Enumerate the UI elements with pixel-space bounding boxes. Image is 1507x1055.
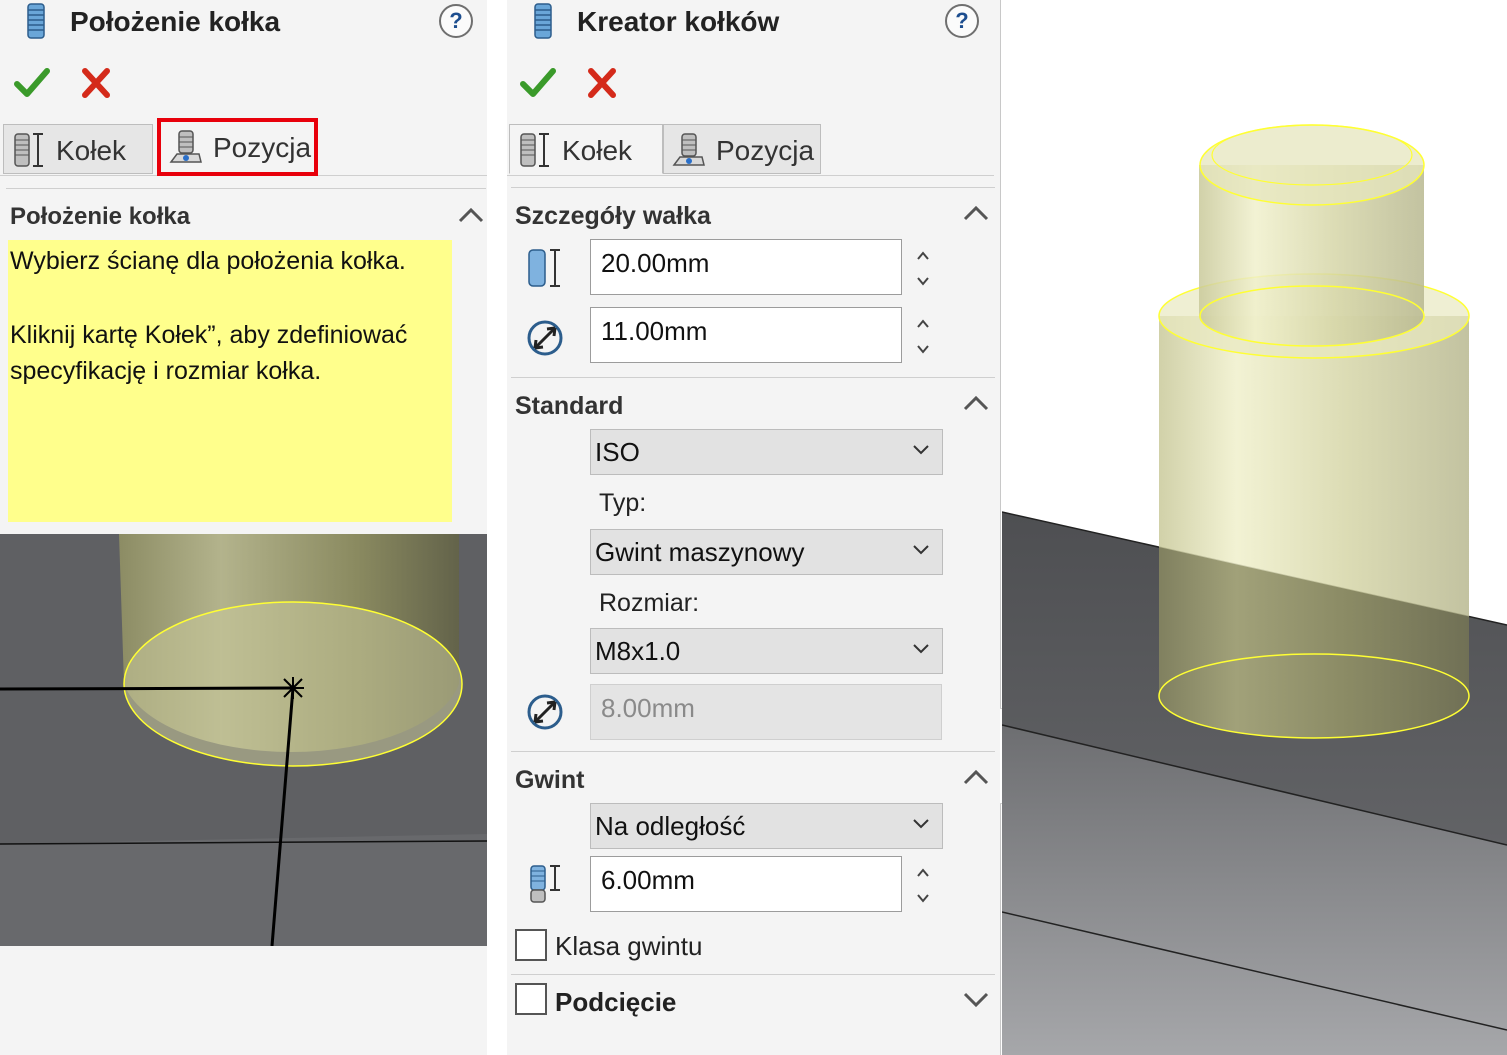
spinner-icon[interactable] [912, 310, 934, 362]
shaft-diameter-field[interactable]: 11.00mm [590, 307, 902, 363]
chevron-down-icon [913, 545, 929, 555]
section-header-standard[interactable]: Standard [515, 392, 623, 421]
help-icon[interactable]: ? [945, 4, 979, 38]
tab-bar: Kołek Pozycja [0, 118, 487, 176]
undercut-label: Podcięcie [555, 987, 677, 1017]
chevron-down-icon [913, 644, 929, 654]
part-face-lower [0, 834, 487, 946]
message-box: Wybierz ścianę dla położenia kołka. Klik… [8, 240, 452, 522]
end-condition-dropdown[interactable]: Na odległość [590, 803, 943, 849]
chevron-up-icon[interactable] [457, 206, 485, 224]
type-label: Typ: [599, 489, 647, 517]
message-text: Kliknij kartę Kołek”, aby zdefiniować [10, 321, 408, 349]
ok-check-icon[interactable] [14, 66, 50, 100]
panel-title: Kreator kołków [577, 6, 780, 37]
dropdown-value: M8x1.0 [595, 636, 681, 666]
pin-position-panel: Położenie kołka ? Kołek Pozycja Położeni… [0, 0, 487, 1055]
tab-position[interactable]: Pozycja [663, 124, 821, 174]
pin-icon [534, 3, 552, 39]
section-header-pin-position: Położenie kołka [10, 203, 191, 230]
spinner-icon[interactable] [912, 242, 934, 294]
diameter-icon [527, 320, 563, 356]
sketch-point-icon[interactable] [282, 677, 304, 699]
message-text: Wybierz ścianę dla położenia kołka. [10, 247, 406, 275]
cancel-x-icon[interactable] [586, 66, 618, 100]
tab-pin[interactable]: Kołek [509, 124, 663, 174]
panel-title-row: Położenie kołka ? [0, 0, 487, 48]
model-view [0, 534, 487, 946]
chevron-down-icon [913, 819, 929, 829]
section-divider [511, 187, 995, 188]
tab-position[interactable]: Pozycja [157, 118, 318, 176]
position-icon [169, 130, 202, 163]
message-text: specyfikację i rozmiar kołka. [10, 357, 322, 385]
tab-label: Kołek [56, 135, 127, 166]
shaft-length-icon [528, 249, 560, 287]
pin-length-icon [14, 133, 43, 167]
pin-wizard-panel: Kreator kołków ? Kołek Pozycja Szczegóły… [507, 0, 1001, 1055]
section-divider [511, 751, 995, 752]
type-dropdown[interactable]: Gwint maszynowy [590, 529, 943, 575]
chevron-down-icon [913, 445, 929, 455]
thread-class-checkbox[interactable] [515, 929, 547, 961]
thread-class-label: Klasa gwintu [555, 931, 703, 961]
dropdown-value: ISO [595, 437, 640, 467]
size-label: Rozmiar: [599, 589, 700, 617]
section-divider [6, 188, 486, 189]
panel-title-row: Kreator kołków ? [507, 0, 1000, 48]
chevron-down-icon[interactable] [962, 991, 990, 1009]
pin-top-edge [1199, 124, 1425, 206]
chevron-up-icon[interactable] [962, 394, 990, 412]
position-icon [672, 133, 705, 166]
tab-pin[interactable]: Kołek [3, 124, 153, 174]
sketch-line [0, 686, 294, 691]
cancel-x-icon[interactable] [80, 66, 112, 100]
thread-length-field[interactable]: 6.00mm [590, 856, 902, 912]
diameter-icon [527, 694, 563, 730]
section-header-thread[interactable]: Gwint [515, 766, 584, 795]
section-divider [511, 974, 995, 975]
pin-length-icon [520, 133, 549, 167]
tab-label: Pozycja [716, 135, 815, 166]
help-icon[interactable]: ? [439, 4, 473, 38]
size-dropdown[interactable]: M8x1.0 [590, 628, 943, 674]
thread-diameter-field: 8.00mm [590, 684, 942, 740]
shaft-length-field[interactable]: 20.00mm [590, 239, 902, 295]
tab-label: Kołek [562, 135, 633, 166]
model-view [1002, 0, 1507, 1055]
pin-icon [27, 3, 45, 39]
graphics-viewport-left[interactable] [0, 534, 487, 946]
dropdown-value: Na odległość [595, 811, 746, 841]
panel-title: Położenie kołka [70, 6, 281, 37]
thread-length-icon [530, 865, 560, 903]
tab-label: Pozycja [213, 132, 312, 163]
spinner-icon[interactable] [912, 859, 934, 911]
section-divider [511, 377, 995, 378]
dropdown-value: Gwint maszynowy [595, 537, 805, 567]
chevron-up-icon[interactable] [962, 768, 990, 786]
standard-dropdown[interactable]: ISO [590, 429, 943, 475]
tab-bar: Kołek Pozycja [507, 120, 994, 176]
undercut-checkbox[interactable] [515, 983, 547, 1015]
graphics-viewport-right[interactable] [1002, 0, 1507, 1055]
section-header-shaft-details[interactable]: Szczegóły wałka [515, 202, 711, 231]
ok-check-icon[interactable] [520, 66, 556, 100]
chevron-up-icon[interactable] [962, 204, 990, 222]
